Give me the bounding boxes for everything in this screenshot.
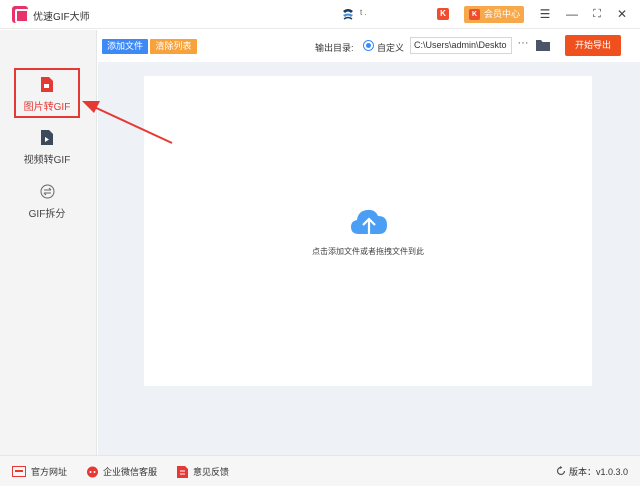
website-icon — [12, 466, 26, 477]
wechat-icon — [87, 466, 98, 478]
custom-radio[interactable] — [363, 40, 374, 51]
wechat-support-link[interactable]: 企业微信客服 — [86, 465, 166, 479]
user-logo-icon[interactable] — [341, 7, 355, 21]
minimize-icon[interactable]: — — [563, 5, 581, 23]
file-drop-zone[interactable]: 点击添加文件或者拖拽文件到此 — [144, 76, 592, 386]
start-export-button[interactable]: 开始导出 — [565, 35, 621, 56]
output-path-field[interactable]: C:\Users\admin\Deskto — [410, 37, 512, 54]
wechat-label: 企业微信客服 — [103, 467, 158, 477]
sidebar-item-label: GIF拆分 — [28, 209, 66, 220]
feedback-label: 意见反馈 — [193, 467, 230, 477]
website-label: 官方网址 — [31, 467, 68, 477]
clear-list-button[interactable]: 清除列表 — [150, 39, 197, 54]
title-bar: 优速GIF大师 t . K K 会员中心 ☰ — ⛶ ✕ — [0, 0, 640, 29]
image-file-icon — [41, 77, 53, 92]
website-link[interactable]: 官方网址 — [12, 465, 72, 479]
user-name[interactable]: t . — [360, 8, 367, 17]
drop-hint: 点击添加文件或者拖拽文件到此 — [312, 247, 424, 256]
feedback-icon — [177, 466, 188, 478]
sidebar-item-image-to-gif[interactable]: 图片转GIF — [14, 68, 80, 118]
cloud-upload-icon — [351, 209, 387, 236]
output-dir-label: 输出目录: — [315, 43, 354, 53]
vip-center-label: 会员中心 — [484, 9, 521, 19]
close-icon[interactable]: ✕ — [613, 5, 631, 23]
video-file-icon — [41, 130, 53, 145]
custom-radio-label[interactable]: 自定义 — [377, 41, 404, 54]
sidebar-item-label: 图片转GIF — [23, 102, 71, 113]
vip-center-button[interactable]: K 会员中心 — [464, 6, 524, 23]
k-badge-icon[interactable]: K — [437, 8, 449, 20]
sidebar-item-gif-split[interactable]: GIF拆分 — [14, 184, 80, 234]
refresh-icon[interactable] — [556, 466, 566, 476]
more-options-icon[interactable]: ··· — [516, 38, 530, 52]
sidebar: 图片转GIF 视频转GIF GIF拆分 — [0, 30, 97, 455]
sidebar-item-label: 视频转GIF — [23, 155, 71, 166]
menu-icon[interactable]: ☰ — [536, 5, 554, 23]
footer: 官方网址 企业微信客服 意见反馈 版本：v1.0.3.0 — [0, 455, 640, 486]
app-title: 优速GIF大师 — [33, 12, 90, 23]
vip-k-icon: K — [469, 9, 480, 20]
version-info: 版本：v1.0.3.0 — [556, 465, 628, 479]
folder-icon[interactable] — [536, 39, 550, 51]
add-files-button[interactable]: 添加文件 — [102, 39, 148, 54]
app-logo-icon — [12, 6, 29, 23]
version-label: 版本：v1.0.3.0 — [568, 467, 628, 477]
sidebar-item-video-to-gif[interactable]: 视频转GIF — [14, 130, 80, 180]
feedback-link[interactable]: 意见反馈 — [177, 465, 237, 479]
maximize-icon[interactable]: ⛶ — [588, 5, 606, 23]
swap-icon — [40, 184, 54, 199]
